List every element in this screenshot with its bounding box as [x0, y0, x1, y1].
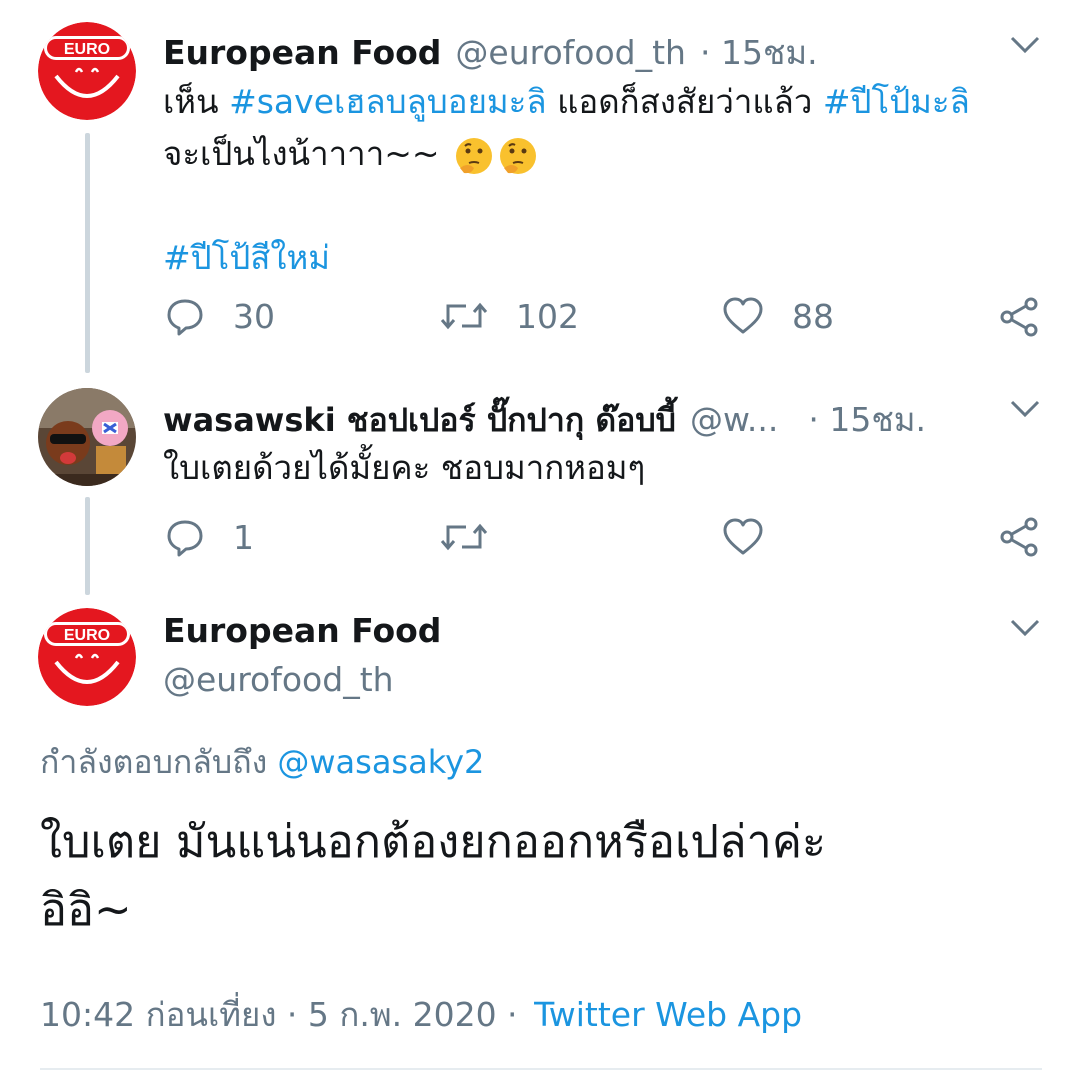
tweet-text-part: จะเป็นไงน้าาาา~~ [163, 134, 440, 173]
replying-to-label: กำลังตอบกลับถึง [40, 743, 278, 781]
retweet-count: 102 [516, 296, 579, 336]
reply-count: 1 [233, 517, 254, 557]
tweet-timestamp[interactable]: 10:42 ก่อนเที่ยง · 5 ก.พ. 2020 · [40, 995, 518, 1034]
thread-line [85, 497, 90, 595]
share-icon [1000, 297, 1038, 337]
share-button[interactable] [998, 516, 1040, 558]
reply-button[interactable]: 1 [165, 517, 254, 557]
like-count: 88 [792, 296, 834, 336]
retweet-icon [440, 523, 488, 551]
avatar[interactable]: EURO [38, 22, 136, 120]
tweet-text-line: อิอิ~ [40, 883, 132, 936]
tweet-text: ใบเตย มันแน่นอกต้องยกออกหรือเปล่าค่ะ อิอ… [40, 808, 1040, 944]
hashtag-link[interactable]: #ปีโป้สีใหม่ [163, 238, 330, 277]
reply-count: 30 [233, 296, 275, 336]
author-handle[interactable]: @eurofood_th [163, 660, 394, 699]
tweet-text: เห็น #saveเฮลบลูบอยมะลิ แอดก็สงสัยว่าแล้… [163, 76, 1033, 284]
thinking-face-icon [456, 137, 493, 174]
chevron-down-icon[interactable] [1008, 398, 1042, 420]
thinking-face-icon [500, 137, 537, 174]
mention-link[interactable]: @wasasaky2 [277, 743, 484, 781]
heart-icon [723, 297, 763, 334]
avatar[interactable]: EURO [38, 608, 136, 706]
tweet-time[interactable]: · 15ชม. [700, 26, 818, 79]
chevron-down-icon[interactable] [1008, 617, 1042, 639]
author-name[interactable]: European Food [163, 33, 441, 72]
reply-button[interactable]: 30 [165, 296, 275, 336]
share-icon [1000, 517, 1038, 557]
tweet-time[interactable]: · 15ชม. [808, 393, 926, 446]
divider [40, 1068, 1042, 1070]
like-button[interactable] [722, 517, 764, 557]
share-button[interactable] [998, 296, 1040, 338]
tweet-text: ใบเตยด้วยได้มั้ยคะ ชอบมากหอมๆ [163, 448, 646, 487]
author-handle[interactable]: @eurofood_th [455, 33, 686, 72]
logo-text: EURO [64, 41, 110, 58]
avatar[interactable] [38, 388, 136, 486]
reply-icon [167, 299, 203, 336]
retweet-icon [440, 302, 488, 330]
tweet-text-line: ใบเตย มันแน่นอกต้องยกออกหรือเปล่าค่ะ [40, 815, 827, 868]
author-handle[interactable]: @w... [690, 400, 778, 439]
reply-icon [167, 520, 203, 557]
chevron-down-icon[interactable] [1008, 34, 1042, 56]
tweet-meta: 10:42 ก่อนเที่ยง · 5 ก.พ. 2020 · Twitter… [40, 988, 802, 1041]
tweet-text-part: แอดก็สงสัยว่าแล้ว [546, 82, 823, 121]
replying-to: กำลังตอบกลับถึง @wasasaky2 [40, 737, 484, 788]
hashtag-link[interactable]: #saveเฮลบลูบอยมะลิ [229, 82, 547, 121]
retweet-button[interactable] [440, 517, 488, 557]
tweet-source-link[interactable]: Twitter Web App [534, 995, 802, 1034]
hashtag-link[interactable]: #ปีโป้มะลิ [823, 82, 970, 121]
tweet-text-part: เห็น [163, 82, 230, 121]
heart-icon [723, 518, 763, 555]
author-name[interactable]: European Food [163, 611, 441, 650]
like-button[interactable]: 88 [722, 296, 834, 336]
author-name[interactable]: wasawski ชอปเปอร์ ปั๊กปากุ ด๊อบบี้ [163, 395, 676, 446]
retweet-button[interactable]: 102 [440, 296, 579, 336]
logo-text: EURO [64, 627, 110, 644]
thread-line [85, 133, 90, 373]
